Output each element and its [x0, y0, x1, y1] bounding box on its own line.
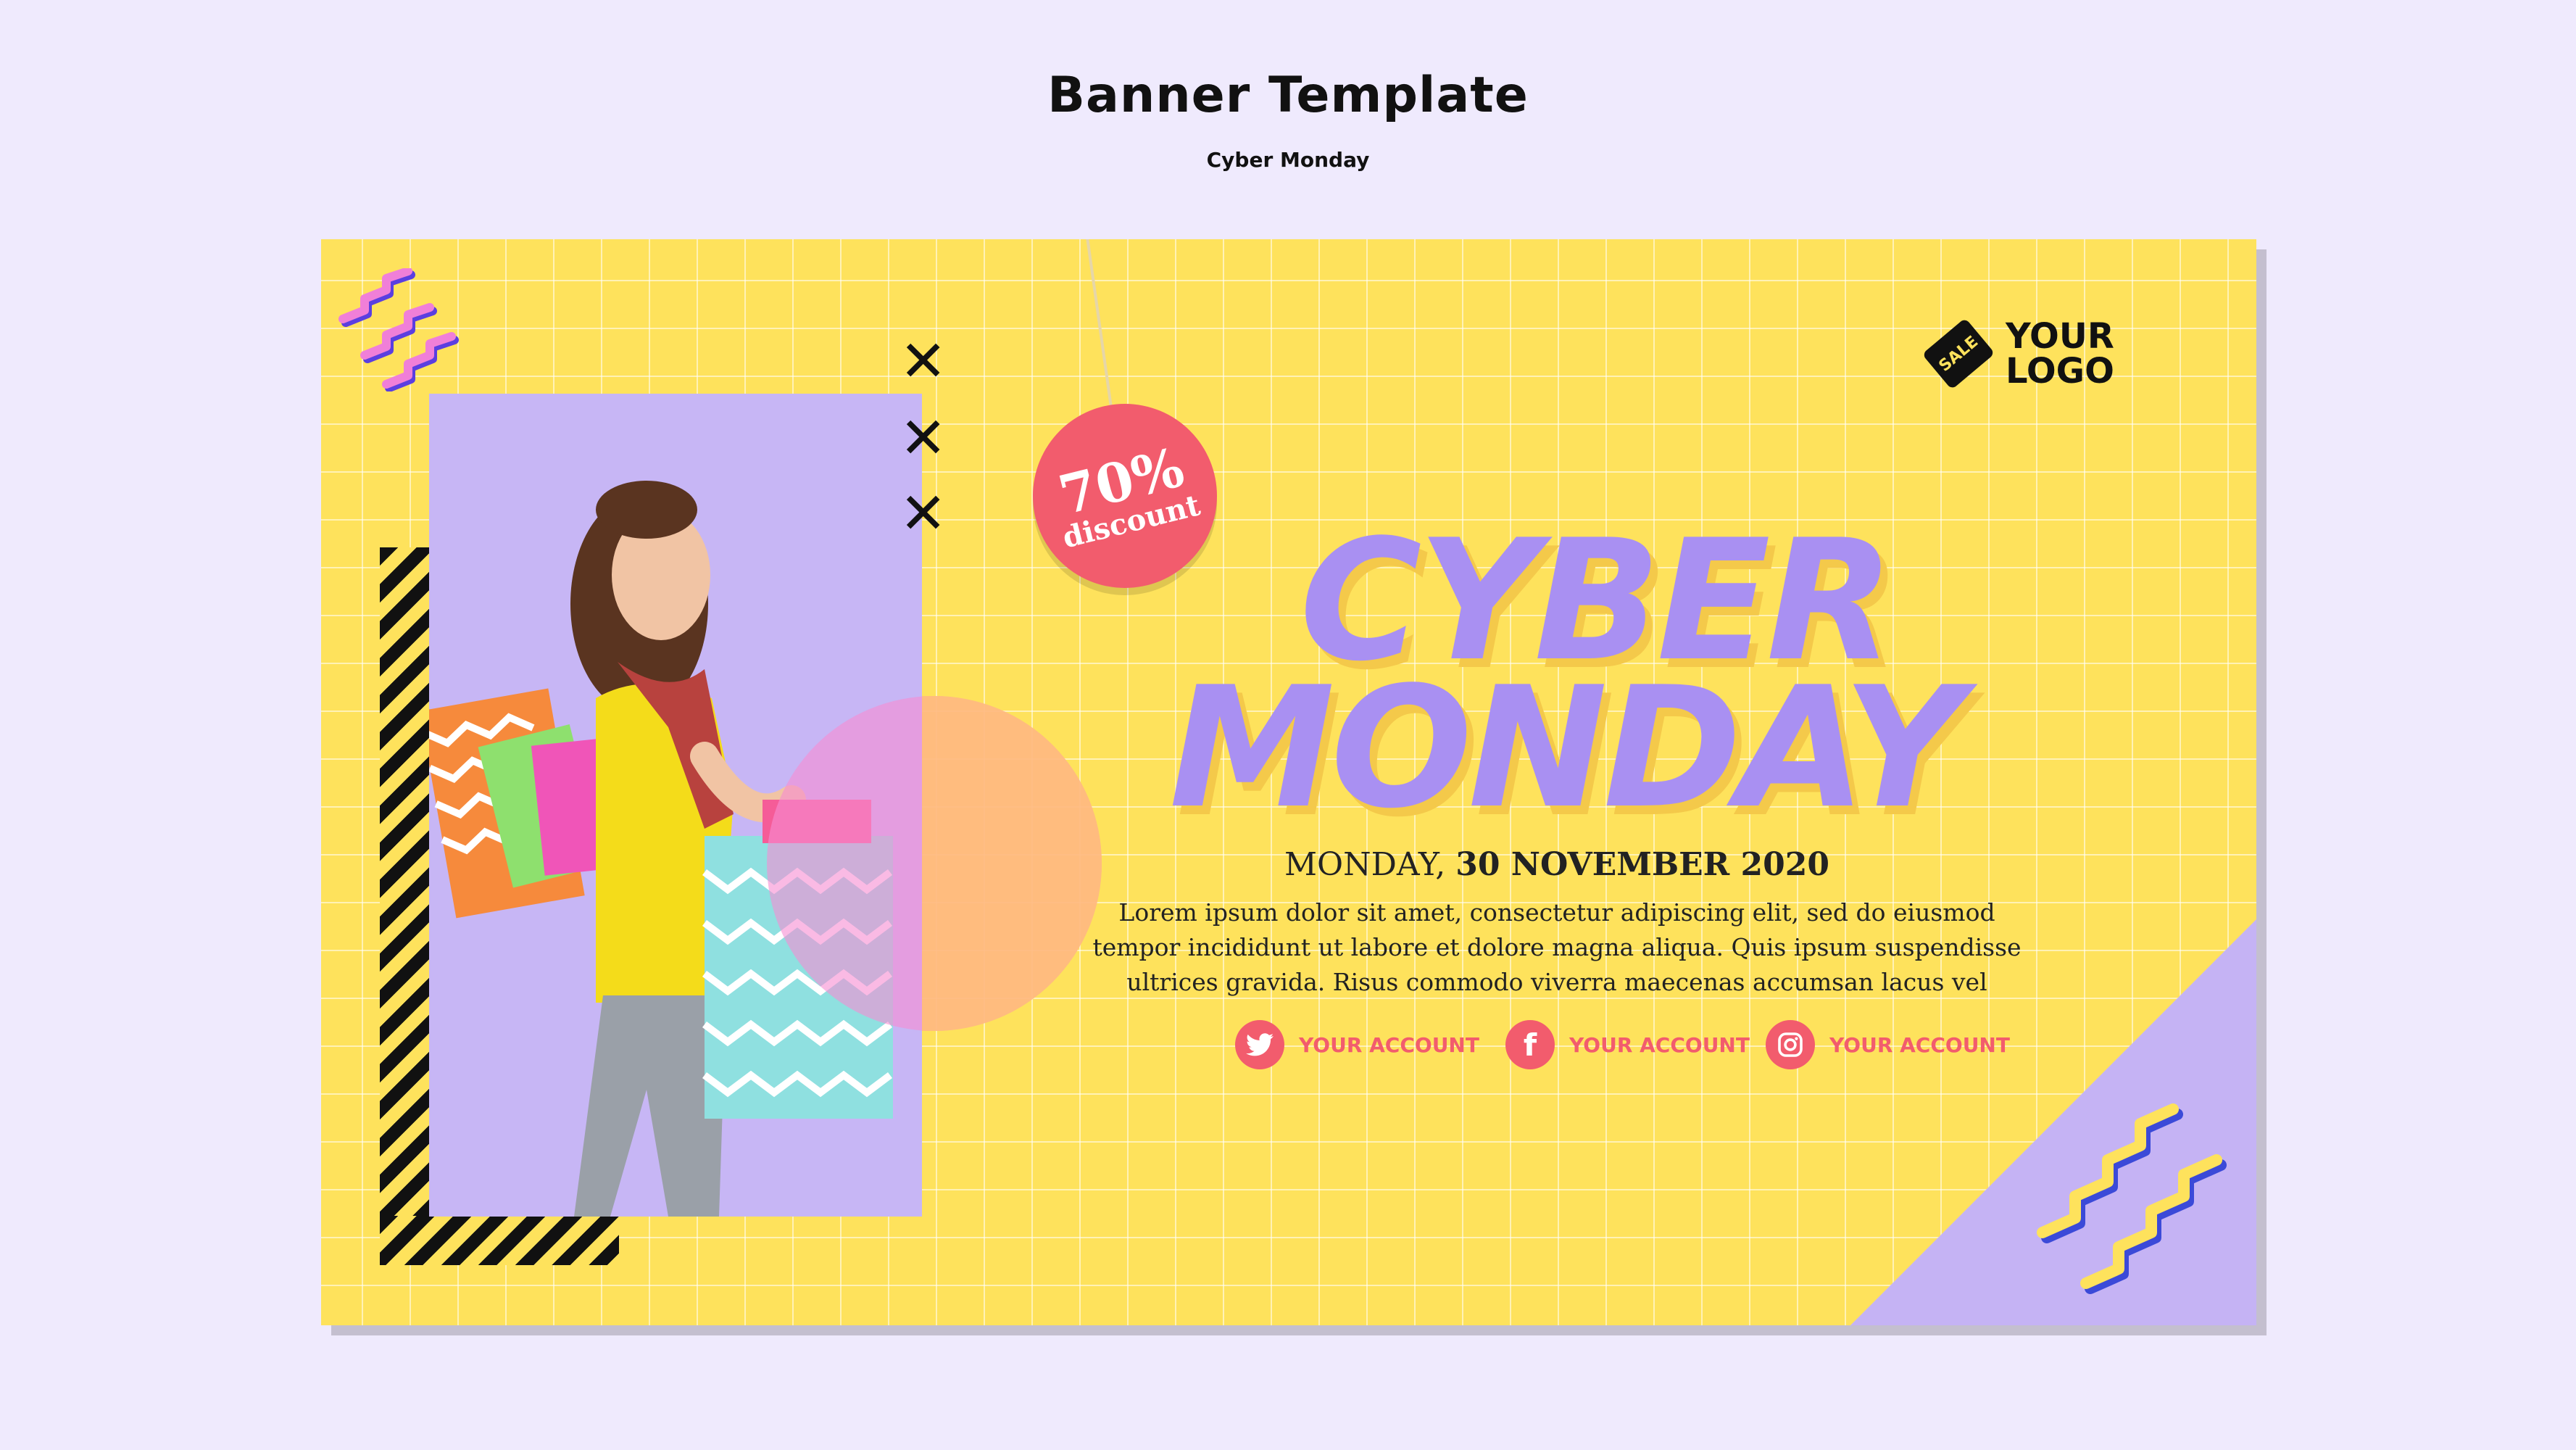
sale-tag-label: SALE: [1935, 332, 1982, 376]
cyber-monday-banner: ✕ ✕ ✕ 70% discount SALE YOUR LOGO CYBER …: [321, 239, 2256, 1325]
social-label: YOUR ACCOUNT: [1569, 1032, 1750, 1057]
page-subtitle: Cyber Monday: [1206, 148, 1370, 172]
hazard-stripe-horizontal: [380, 1216, 619, 1265]
body-line: tempor incididunt ut labore et dolore ma…: [1092, 933, 2022, 961]
social-label: YOUR ACCOUNT: [1299, 1032, 1479, 1057]
instagram-icon: [1766, 1020, 1815, 1069]
body-copy: Lorem ipsum dolor sit amet, consectetur …: [1082, 895, 2032, 1000]
discount-tag-text: 70% discount: [1013, 384, 1237, 608]
logo: SALE YOUR LOGO: [1921, 316, 2114, 392]
social-instagram[interactable]: YOUR ACCOUNT: [1766, 1020, 2010, 1069]
twitter-icon: [1235, 1020, 1284, 1069]
social-facebook[interactable]: f YOUR ACCOUNT: [1505, 1020, 1750, 1069]
facebook-icon: f: [1505, 1020, 1555, 1069]
logo-line2: LOGO: [2006, 351, 2114, 392]
hazard-stripe-vertical: [380, 547, 429, 1265]
social-label: YOUR ACCOUNT: [1829, 1032, 2010, 1057]
event-date: MONDAY, 30 NOVEMBER 2020: [973, 846, 2140, 883]
event-date-value: 30 NOVEMBER 2020: [1455, 846, 1830, 883]
x-mark-icon: ✕: [899, 406, 947, 471]
tag-string: [1085, 239, 1115, 419]
x-mark-icon: ✕: [899, 481, 947, 547]
logo-line1: YOUR: [2006, 316, 2114, 357]
social-twitter[interactable]: YOUR ACCOUNT: [1235, 1020, 1479, 1069]
event-day: MONDAY,: [1284, 846, 1446, 883]
body-line: ultrices gravida. Risus commodo viverra …: [1126, 968, 1987, 996]
x-mark-icon: ✕: [899, 329, 947, 394]
body-line: Lorem ipsum dolor sit amet, consectetur …: [1118, 898, 1995, 927]
zigzag-decoration-top: [338, 268, 459, 392]
page-title: Banner Template: [1047, 67, 1529, 124]
sale-tag-icon: SALE: [1921, 318, 1995, 390]
headline-line2: MONDAY: [1169, 652, 1964, 845]
zigzag-decoration-bottom: [2037, 1103, 2227, 1294]
